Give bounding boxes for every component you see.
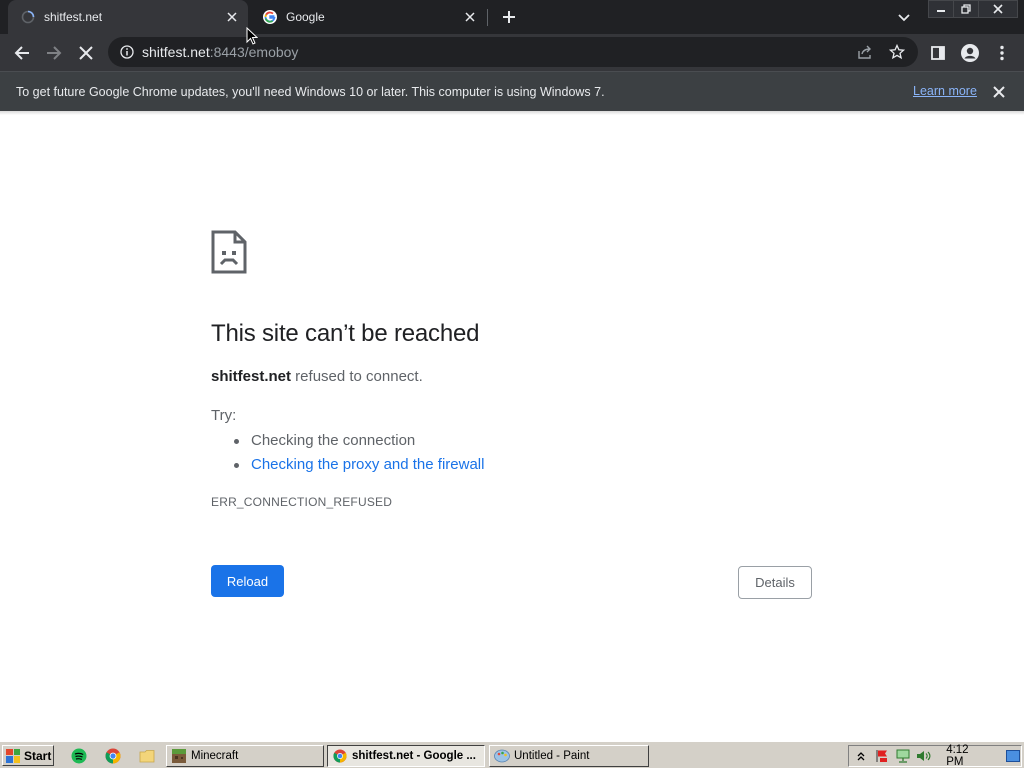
start-label: Start — [24, 748, 52, 763]
show-desktop-icon[interactable] — [1004, 747, 1021, 765]
taskbar-item-chrome[interactable]: shitfest.net - Google ... — [327, 745, 485, 767]
volume-icon[interactable] — [915, 747, 932, 765]
share-icon[interactable] — [856, 43, 874, 61]
action-center-flag-icon[interactable] — [874, 747, 891, 765]
task-label: Untitled - Paint — [514, 750, 590, 762]
close-icon — [993, 4, 1003, 14]
url-host: shitfest.net — [142, 44, 210, 60]
mouse-cursor-icon — [246, 27, 258, 45]
close-tab-icon[interactable] — [224, 9, 240, 25]
taskbar-clock[interactable]: 4:12 PM — [946, 744, 986, 768]
tab-google[interactable]: Google — [250, 0, 486, 34]
tab-shitfest[interactable]: shitfest.net — [8, 0, 248, 34]
chrome-icon — [332, 748, 348, 764]
forward-arrow-icon — [47, 46, 62, 60]
address-bar[interactable]: shitfest.net:8443/emoboy — [108, 37, 918, 67]
update-infobar: To get future Google Chrome updates, you… — [0, 71, 1024, 111]
suggestion-check-proxy-link[interactable]: Checking the proxy and the firewall — [231, 453, 484, 477]
windows-taskbar: Start Minecraft shitfest.net - Google ..… — [0, 741, 1024, 768]
restore-icon — [961, 4, 971, 14]
sad-page-icon — [211, 230, 247, 274]
back-arrow-icon — [14, 46, 29, 60]
error-title: This site can’t be reached — [211, 320, 480, 347]
loading-spinner-icon — [20, 9, 36, 25]
tab-separator — [487, 9, 488, 26]
minimize-button[interactable] — [928, 0, 954, 18]
task-label: shitfest.net - Google ... — [352, 750, 476, 762]
restore-button[interactable] — [953, 0, 979, 18]
tab-title: Google — [286, 10, 325, 24]
google-g-icon — [262, 9, 278, 25]
stop-button[interactable] — [72, 39, 100, 67]
suggestion-check-connection: Checking the connection — [231, 429, 484, 453]
side-panel-button[interactable] — [924, 39, 952, 67]
close-tab-icon[interactable] — [462, 9, 478, 25]
windows-logo-icon — [6, 748, 20, 763]
profile-avatar-icon — [961, 44, 979, 62]
plus-icon — [503, 11, 515, 23]
learn-more-link[interactable]: Learn more — [913, 84, 977, 98]
url-text[interactable]: shitfest.net:8443/emoboy — [142, 44, 298, 60]
forward-button[interactable] — [40, 39, 68, 67]
infobar-close-button[interactable] — [990, 83, 1008, 101]
network-icon[interactable] — [895, 747, 912, 765]
site-info-icon[interactable] — [118, 43, 136, 61]
show-hidden-icons-icon[interactable] — [853, 747, 870, 765]
paint-icon — [494, 748, 510, 764]
side-panel-icon — [931, 46, 945, 60]
kebab-menu-icon — [1000, 45, 1004, 61]
profile-button[interactable] — [956, 39, 984, 67]
spotify-icon[interactable] — [70, 747, 88, 765]
details-button[interactable]: Details — [738, 566, 812, 599]
error-host: shitfest.net — [211, 368, 292, 385]
close-icon — [993, 86, 1005, 98]
menu-button[interactable] — [988, 39, 1016, 67]
error-code: ERR_CONNECTION_REFUSED — [211, 495, 393, 509]
infobar-message: To get future Google Chrome updates, you… — [16, 84, 605, 99]
taskbar-item-paint[interactable]: Untitled - Paint — [489, 745, 649, 767]
tab-search-button[interactable] — [894, 8, 914, 28]
start-button[interactable]: Start — [2, 745, 54, 766]
close-window-button[interactable] — [978, 0, 1018, 18]
infobar-shadow — [0, 111, 1024, 115]
minecraft-icon — [171, 748, 187, 764]
new-tab-button[interactable] — [498, 6, 520, 28]
chevron-down-icon — [898, 14, 910, 22]
folder-icon[interactable] — [138, 747, 156, 765]
task-label: Minecraft — [191, 750, 239, 762]
tab-title: shitfest.net — [44, 10, 103, 24]
browser-toolbar: shitfest.net:8443/emoboy — [0, 34, 1024, 71]
reload-button[interactable]: Reload — [211, 565, 284, 597]
tab-strip: shitfest.net Google — [0, 0, 1024, 34]
url-path: :8443/emoboy — [209, 44, 299, 60]
error-description-text: refused to connect. — [291, 368, 423, 385]
try-label: Try: — [211, 407, 237, 424]
chrome-icon[interactable] — [104, 747, 122, 765]
bookmark-star-icon[interactable] — [888, 43, 906, 61]
stop-icon — [79, 46, 93, 60]
suggestion-list: Checking the connection Checking the pro… — [231, 429, 484, 477]
minimize-icon — [937, 10, 945, 12]
taskbar-item-minecraft[interactable]: Minecraft — [166, 745, 324, 767]
system-tray: 4:12 PM — [848, 744, 1022, 768]
back-button[interactable] — [8, 39, 36, 67]
error-description: shitfest.net refused to connect. — [211, 368, 423, 385]
